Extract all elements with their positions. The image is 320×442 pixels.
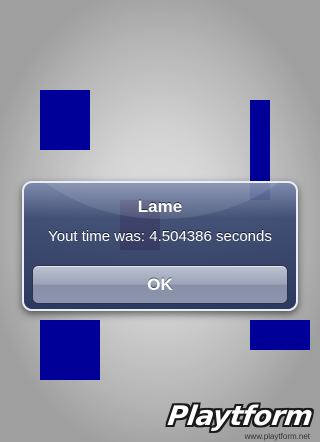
alert-message: Yout time was: 4.504386 seconds	[48, 228, 272, 245]
playtform-watermark: Playtform www.playtform.net	[165, 401, 316, 441]
alert-title: Lame	[137, 197, 183, 216]
playtform-url: www.playtform.net	[244, 432, 310, 441]
result-alert-dialog: Lame Yout time was: 4.504386 seconds OK	[22, 181, 298, 311]
ok-button[interactable]: OK	[32, 265, 288, 304]
playtform-logo: Playtform	[165, 401, 315, 432]
